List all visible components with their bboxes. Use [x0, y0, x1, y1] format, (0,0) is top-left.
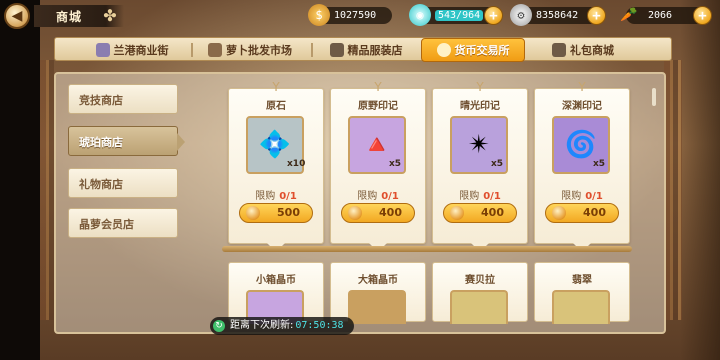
shop-screen: ◀ 商城 ✤ $ 1027590 ◉ 543/964 + ⚙ 8358642 +… [0, 0, 720, 360]
add-stamina-button[interactable]: + [484, 6, 503, 25]
hanger-hook-icon: Y [272, 80, 280, 94]
silver-gear-coin-icon: ⚙ [510, 4, 532, 26]
refresh-timer: ↻ 距离下次刷新: 07:50:38 [210, 317, 354, 335]
tab-gift-shop[interactable]: 礼包商城 [531, 40, 635, 60]
shop-item-card[interactable]: Y 深渊印记 🌀 x5 限购 0/1 400 [534, 80, 630, 252]
shop-item-card[interactable]: 赛贝拉 [432, 262, 528, 324]
back-arrow-icon: ◀ [11, 8, 23, 24]
shop-item-card[interactable]: 大箱晶币 [330, 262, 426, 324]
hanger-hook-icon: Y [476, 80, 484, 94]
resource-silver: ⚙ 8358642 + [510, 4, 606, 26]
amber-coin-icon [246, 206, 260, 220]
hanger-hook-icon: Y [578, 80, 586, 94]
buy-price-button[interactable]: 400 [341, 203, 415, 223]
hanger-hook-icon: Y [374, 80, 382, 94]
resource-carrot: 🥕 2066 + [620, 6, 712, 25]
buy-price-button[interactable]: 400 [443, 203, 517, 223]
gold-coin-bag-icon: $ [308, 4, 330, 26]
tab-boutique[interactable]: 精品服装店 [315, 40, 417, 60]
tab-lan-harbor-street[interactable]: 兰港商业街 [77, 40, 187, 60]
side-item-member-shop[interactable]: 晶萝会员店 [68, 208, 178, 238]
shop-tabs: 兰港商业街 萝卜批发市场 精品服装店 货币交易所 礼包商城 [54, 37, 672, 62]
bookshelf-decoration [40, 60, 54, 320]
back-button[interactable]: ◀ [4, 3, 30, 29]
add-silver-button[interactable]: + [587, 6, 606, 25]
shop-item-card[interactable]: Y 晴光印记 ✴ x5 限购 0/1 400 [432, 80, 528, 252]
tab-carrot-market[interactable]: 萝卜批发市场 [195, 40, 305, 60]
coin-icon [436, 43, 451, 57]
refresh-icon: ↻ [213, 320, 225, 332]
tab-divider [311, 43, 313, 57]
tab-currency-exchange[interactable]: 货币交易所 [421, 38, 525, 62]
shop-item-card[interactable]: 翡翠 [534, 262, 630, 324]
scrollbar[interactable] [652, 88, 656, 106]
dress-icon [329, 43, 344, 57]
amber-coin-icon [450, 206, 464, 220]
shop-item-card[interactable]: Y 原石 💠 x10 限购 0/1 500 [228, 80, 324, 252]
hanging-rod [222, 246, 632, 252]
large-crystal-box-icon [348, 290, 406, 324]
gem-icon [95, 43, 110, 57]
shop-item-card[interactable]: Y 原野印记 🔺 x5 限购 0/1 400 [330, 80, 426, 252]
tab-divider [191, 43, 193, 57]
top-bar: ◀ 商城 ✤ $ 1027590 ◉ 543/964 + ⚙ 8358642 +… [0, 0, 720, 32]
stamina-orb-icon: ◉ [409, 4, 431, 26]
carrot-icon: 🥕 [620, 6, 638, 23]
buy-price-button[interactable]: 400 [545, 203, 619, 223]
carrot-icon [208, 43, 222, 57]
resource-stamina: ◉ 543/964 + [409, 4, 503, 26]
side-item-arena-shop[interactable]: 竞技商店 [68, 84, 178, 114]
character-portrait-icon [552, 290, 610, 324]
gift-box-icon [552, 43, 566, 57]
resource-gold: $ 1027590 [308, 4, 392, 26]
side-item-amber-shop[interactable]: 琥珀商店 [68, 126, 185, 156]
amber-coin-icon [552, 206, 566, 220]
character-portrait-icon [450, 290, 508, 324]
side-item-gift-shop[interactable]: 礼物商店 [68, 168, 178, 198]
add-carrot-button[interactable]: + [693, 6, 712, 25]
clover-ornament-icon: ✤ [103, 6, 117, 25]
amber-coin-icon [348, 206, 362, 220]
device-notch-bar [0, 0, 40, 360]
shop-item-card[interactable]: 小箱晶币 [228, 262, 324, 324]
edge-shadow [680, 0, 720, 360]
buy-price-button[interactable]: 500 [239, 203, 313, 223]
